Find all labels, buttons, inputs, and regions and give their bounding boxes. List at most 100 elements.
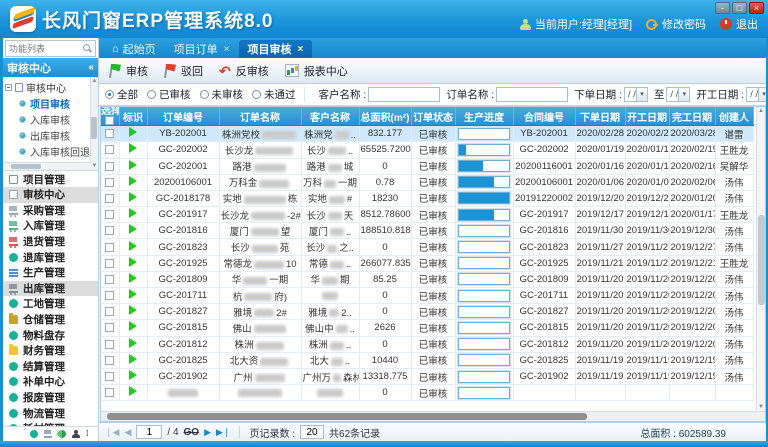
tree-vertical-scrollbar[interactable]: ▲ ▼ [90, 77, 98, 170]
table-row[interactable]: GC-201816厦门望厦门..188510.818已审核GC-20181620… [101, 223, 753, 239]
sidebar-group[interactable]: 出库管理 [3, 281, 98, 297]
prev-page-button[interactable]: ◀ [124, 427, 131, 438]
table-row[interactable]: GC-201902广州广州万森林13318.775已审核GC-201902201… [101, 368, 753, 384]
table-row[interactable]: GC-201815佛山佛山中..2626已审核GC-2018152019/11/… [101, 320, 753, 336]
cell-select[interactable] [101, 223, 119, 239]
table-row[interactable]: 0已审核 [101, 385, 753, 401]
cell-select[interactable] [101, 207, 119, 223]
cell-progress[interactable] [455, 207, 513, 223]
tree-item[interactable]: 项目审核 [5, 95, 90, 111]
table-row[interactable]: GC-202002长沙龙长沙..65525.7200..已审核GC-202002… [101, 142, 753, 158]
column-header-contract[interactable]: 合同编号 [513, 107, 575, 126]
chevron-down-icon[interactable]: ▾ [636, 88, 647, 101]
cell-select[interactable] [101, 126, 119, 142]
column-header-progress[interactable]: 生产进度 [455, 107, 513, 126]
collapse-panel-icon[interactable]: « [88, 62, 94, 73]
scrollbar-thumb[interactable] [107, 413, 587, 420]
sidebar-group[interactable]: 结算管理 [3, 359, 98, 375]
scroll-up-icon[interactable]: ▲ [758, 107, 764, 115]
window-minimize-button[interactable]: - [715, 2, 730, 14]
cell-progress[interactable] [455, 126, 513, 142]
change-password-button[interactable]: 修改密码 [646, 16, 706, 32]
column-header-select[interactable]: 选择 [101, 107, 119, 126]
cell-select[interactable] [101, 320, 119, 336]
row-checkbox[interactable] [105, 162, 114, 171]
page-size-input[interactable] [300, 425, 324, 439]
table-row[interactable]: GC-201827雅境2#雅境2..0已审核GC-2018272019/11/2… [101, 304, 753, 320]
column-header-id[interactable]: 订单编号 [147, 107, 219, 126]
sidebar-group[interactable]: 审核中心 [3, 187, 98, 203]
cell-progress[interactable] [455, 288, 513, 304]
window-close-button[interactable]: × [749, 2, 764, 14]
column-header-cust[interactable]: 客户名称 [301, 107, 359, 126]
sidebar-group[interactable]: 报废管理 [3, 390, 98, 406]
table-row[interactable]: GC-201823长沙苑长沙之..0已审核GC-2018232019/11/27… [101, 239, 753, 255]
pen-icon[interactable] [56, 428, 67, 439]
cell-select[interactable] [101, 142, 119, 158]
cell-select[interactable] [101, 271, 119, 287]
cell-select[interactable] [101, 336, 119, 352]
row-checkbox[interactable] [105, 259, 114, 268]
row-checkbox[interactable] [105, 178, 114, 187]
row-checkbox[interactable] [105, 194, 114, 203]
cell-select[interactable] [101, 385, 119, 401]
row-checkbox[interactable] [105, 226, 114, 235]
cell-progress[interactable] [455, 190, 513, 206]
table-row[interactable]: GC-201812株洲株洲..0已审核GC-2018122019/11/2020… [101, 336, 753, 352]
row-checkbox[interactable] [105, 372, 114, 381]
column-header-flag[interactable]: 标识 [119, 107, 147, 126]
scroll-up-icon[interactable]: ▲ [92, 77, 98, 85]
sidebar-group[interactable]: 采购管理 [3, 203, 98, 219]
cell-select[interactable] [101, 352, 119, 368]
dot-icon[interactable] [30, 430, 38, 438]
row-checkbox[interactable] [105, 307, 114, 316]
tree-item[interactable]: 出库审核 [5, 127, 90, 143]
cell-select[interactable] [101, 288, 119, 304]
search-icon[interactable] [83, 44, 92, 53]
tree-horizontal-scrollbar[interactable] [3, 162, 91, 170]
cell-progress[interactable] [455, 239, 513, 255]
table-row[interactable]: 20200106001万科金万科一期0.78已审核202001060012020… [101, 174, 753, 190]
column-header-d3[interactable]: 完工日期 [669, 107, 715, 126]
more-options-icon[interactable]: ⁞ [86, 430, 94, 438]
tree-item[interactable]: 入库审核回退 [5, 143, 90, 159]
column-header-d1[interactable]: 下单日期 [575, 107, 625, 126]
start-date-input[interactable]: / /▾ [746, 87, 766, 102]
row-checkbox[interactable] [105, 210, 114, 219]
row-checkbox[interactable] [105, 340, 114, 349]
tree-root-node[interactable]: 审核中心 [5, 79, 90, 95]
row-checkbox[interactable] [105, 275, 114, 284]
cell-progress[interactable] [455, 223, 513, 239]
table-row[interactable]: GC-2018178实地栋实地#18230已审核201912200022019/… [101, 190, 753, 206]
sidebar-group[interactable]: 项目管理 [3, 171, 98, 187]
table-row[interactable]: GC-201925常德龙10常德..266077.835..已审核GC-2019… [101, 255, 753, 271]
cell-progress[interactable] [455, 304, 513, 320]
close-icon[interactable]: × [298, 44, 304, 55]
column-header-d2[interactable]: 开工日期 [625, 107, 669, 126]
table-row[interactable]: YB-202001株洲党校株洲党..832.177已审核YB-202001202… [101, 126, 753, 142]
close-icon[interactable]: × [224, 44, 230, 55]
window-maximize-button[interactable]: □ [732, 2, 747, 14]
table-row[interactable]: GC-201809华一期华期85.25已审核GC-2018092019/11/2… [101, 271, 753, 287]
row-checkbox[interactable] [105, 356, 114, 365]
tab[interactable]: 项目订单× [165, 40, 239, 58]
status-radio[interactable]: 全部 [105, 87, 138, 102]
scrollbar-thumb[interactable] [758, 215, 765, 305]
last-page-button[interactable]: ▶❘ [216, 427, 230, 438]
tab[interactable]: ⌂起始页 [103, 40, 165, 58]
toolbar-button[interactable]: ↶反审核 [219, 63, 269, 79]
row-checkbox[interactable] [105, 323, 114, 332]
toolbar-button[interactable]: 驳回 [164, 63, 203, 79]
cell-select[interactable] [101, 174, 119, 190]
logout-button[interactable]: 退出 [720, 16, 758, 32]
table-row[interactable]: GC-201917长沙龙-2#长沙天8512.78600..已审核GC-2019… [101, 207, 753, 223]
first-page-button[interactable]: ❘◀ [105, 427, 119, 438]
sidebar-group[interactable]: 工地管理 [3, 296, 98, 312]
cell-select[interactable] [101, 368, 119, 384]
row-checkbox[interactable] [105, 145, 114, 154]
scroll-down-icon[interactable]: ▼ [758, 403, 764, 411]
cell-progress[interactable] [455, 255, 513, 271]
row-checkbox[interactable] [105, 388, 114, 397]
column-header-area[interactable]: 总面积(m²) [359, 107, 411, 126]
cell-select[interactable] [101, 190, 119, 206]
